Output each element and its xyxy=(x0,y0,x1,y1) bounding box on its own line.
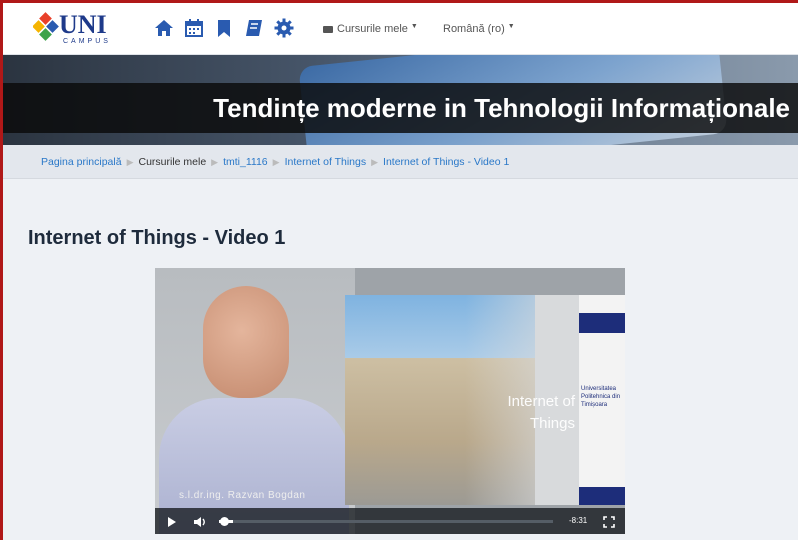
slide-title-line1: Internet of xyxy=(507,393,575,410)
language-dropdown[interactable]: Română (ro) ▼ xyxy=(443,23,515,35)
gear-icon[interactable] xyxy=(273,17,295,39)
breadcrumb-separator-icon: ▶ xyxy=(272,157,280,167)
volume-icon[interactable] xyxy=(193,515,207,533)
video-slide: Universitatea Politehnica din Timișoara … xyxy=(345,295,625,505)
breadcrumb-separator-icon: ▶ xyxy=(126,157,134,167)
video-player[interactable]: Universitatea Politehnica din Timișoara … xyxy=(155,268,625,534)
breadcrumb-separator-icon: ▶ xyxy=(211,157,219,167)
caret-down-icon: ▼ xyxy=(507,23,515,30)
breadcrumb-separator-icon: ▶ xyxy=(371,157,379,167)
slide-title-line2: Things xyxy=(529,415,575,432)
book-icon[interactable] xyxy=(243,17,265,39)
caret-down-icon: ▼ xyxy=(410,23,418,30)
language-menu-label: Română (ro) xyxy=(443,23,505,35)
unicampus-logo[interactable]: UNI CAMPUS xyxy=(32,10,115,49)
volume-knob[interactable] xyxy=(220,517,229,526)
logo-subtext: CAMPUS xyxy=(63,38,111,45)
course-title: Tendințe moderne in Tehnologii Informați… xyxy=(213,93,790,123)
home-icon[interactable] xyxy=(153,17,175,39)
play-icon[interactable] xyxy=(167,515,177,533)
top-navbar: UNI CAMPUS Cursurile mele ▼ Română (ro) … xyxy=(3,3,798,55)
breadcrumb-current[interactable]: Internet of Things - Video 1 xyxy=(383,156,509,168)
breadcrumb-my-courses: Cursurile mele xyxy=(138,156,207,168)
presenter-caption: s.l.dr.ing. Razvan Bogdan xyxy=(179,490,306,501)
browser-frame: UNI CAMPUS Cursurile mele ▼ Română (ro) … xyxy=(0,0,798,540)
courses-dropdown[interactable]: Cursurile mele ▼ xyxy=(323,23,418,35)
slide-title: Internet of Things xyxy=(507,391,575,435)
briefcase-icon xyxy=(323,25,333,33)
bookmark-icon[interactable] xyxy=(213,17,235,39)
nav-icon-group xyxy=(153,17,295,39)
slide-university-name: Universitatea Politehnica din Timișoara xyxy=(581,386,621,408)
breadcrumb-home[interactable]: Pagina principală xyxy=(41,156,122,168)
logo-text: UNI xyxy=(59,10,107,39)
presenter-head xyxy=(203,286,289,398)
slide-sidebar-footer xyxy=(579,487,625,505)
page-title: Internet of Things - Video 1 xyxy=(28,227,286,249)
video-controls: -8:31 xyxy=(155,508,625,534)
time-remaining: -8:31 xyxy=(569,516,588,525)
breadcrumb: Pagina principală ▶ Cursurile mele ▶ tmti_11… xyxy=(3,145,798,179)
calendar-icon[interactable] xyxy=(183,17,205,39)
breadcrumb-section[interactable]: Internet of Things xyxy=(285,156,367,168)
slide-sidebar-header xyxy=(579,313,625,333)
course-banner: Tendințe moderne in Tehnologii Informați… xyxy=(3,55,798,145)
progress-bar[interactable] xyxy=(233,520,553,523)
courses-menu-label: Cursurile mele xyxy=(337,23,408,35)
breadcrumb-course[interactable]: tmti_1116 xyxy=(223,156,268,168)
fullscreen-icon[interactable] xyxy=(603,515,615,533)
